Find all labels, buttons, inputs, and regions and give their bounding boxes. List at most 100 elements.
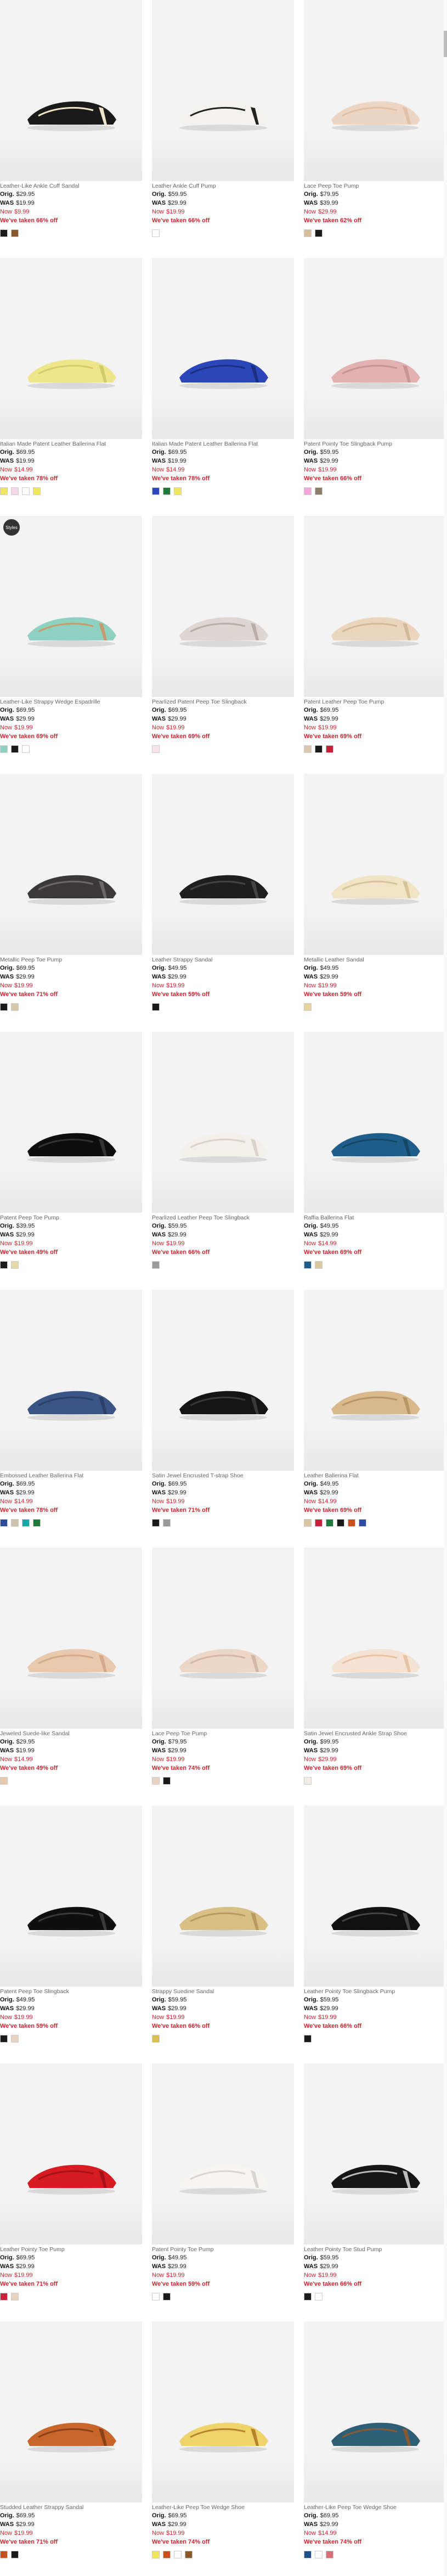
product-card[interactable]: Styles Leather-Like Strappy Wedge Espadri… <box>0 516 142 768</box>
product-card[interactable]: Leather Pointy Toe Stud Pump Orig. $59.95 W… <box>304 2063 446 2316</box>
product-title[interactable]: Leather Ankle Cuff Pump <box>152 183 294 189</box>
product-title[interactable]: Patent Leather Peep Toe Pump <box>304 699 446 705</box>
color-swatch[interactable] <box>163 487 171 495</box>
color-swatch[interactable] <box>304 487 312 495</box>
color-swatch[interactable] <box>0 745 8 753</box>
product-image[interactable] <box>152 0 294 181</box>
product-card[interactable]: Leather Ankle Cuff Pump Orig. $59.95 WAS $29… <box>152 0 294 252</box>
color-swatch[interactable] <box>152 1261 160 1269</box>
color-swatch[interactable] <box>152 487 160 495</box>
color-swatch[interactable] <box>315 1519 322 1527</box>
product-image[interactable]: Styles <box>0 516 142 697</box>
product-image[interactable] <box>152 516 294 697</box>
product-card[interactable]: Strappy Suedine Sandal Orig. $59.95 WAS $29.… <box>152 1806 294 2058</box>
color-swatch[interactable] <box>304 2293 312 2301</box>
product-image[interactable] <box>152 258 294 439</box>
color-swatch[interactable] <box>163 1777 171 1785</box>
color-swatch[interactable] <box>326 1519 333 1527</box>
color-swatch[interactable] <box>359 1519 366 1527</box>
color-swatch[interactable] <box>304 1519 312 1527</box>
color-swatch[interactable] <box>152 1519 160 1527</box>
color-swatch[interactable] <box>152 2551 160 2558</box>
product-title[interactable]: Metallic Peep Toe Pump <box>0 957 142 963</box>
product-image[interactable] <box>304 1806 446 1987</box>
product-title[interactable]: Leather-Like Peep Toe Wedge Shoe <box>152 2504 294 2511</box>
color-swatch[interactable] <box>304 229 312 237</box>
product-card[interactable]: Leather Pointy Toe Slingback Pump Orig. $5… <box>304 1806 446 2058</box>
product-card[interactable]: Pearlized Leather Peep Toe Slingback Orig… <box>152 1032 294 1284</box>
color-swatch[interactable] <box>152 745 160 753</box>
color-swatch[interactable] <box>152 2035 160 2043</box>
color-swatch[interactable] <box>326 2551 333 2558</box>
product-image[interactable] <box>0 1548 142 1729</box>
product-title[interactable]: Leather Ballerina Flat <box>304 1472 446 1479</box>
product-title[interactable]: Embossed Leather Ballerina Flat <box>0 1472 142 1479</box>
product-title[interactable]: Italian Made Patent Leather Ballerina Fl… <box>0 441 142 447</box>
product-title[interactable]: Italian Made Patent Leather Ballerina Fl… <box>152 441 294 447</box>
product-card[interactable]: Satin Jewel Encrusted T-strap Shoe Orig. $… <box>152 1290 294 1542</box>
color-swatch[interactable] <box>0 229 8 237</box>
product-title[interactable]: Patent Peep Toe Slingback <box>0 1988 142 1995</box>
color-swatch[interactable] <box>11 1261 19 1269</box>
product-title[interactable]: Metallic Leather Sandal <box>304 957 446 963</box>
product-image[interactable] <box>304 0 446 181</box>
product-card[interactable]: Patent Pointy Toe Slingback Pump Orig. $59… <box>304 258 446 510</box>
color-swatch[interactable] <box>304 2035 312 2043</box>
product-title[interactable]: Satin Jewel Encrusted Ankle Strap Shoe <box>304 1730 446 1737</box>
product-title[interactable]: Pearlized Leather Peep Toe Slingback <box>152 1214 294 1221</box>
product-image[interactable] <box>152 2321 294 2502</box>
product-title[interactable]: Leather Pointy Toe Pump <box>0 2246 142 2253</box>
color-swatch[interactable] <box>11 1519 19 1527</box>
product-image[interactable] <box>304 2063 446 2245</box>
product-title[interactable]: Leather-Like Ankle Cuff Sandal <box>0 183 142 189</box>
color-swatch[interactable] <box>315 229 322 237</box>
product-card[interactable]: Italian Made Patent Leather Ballerina Fl… <box>152 258 294 510</box>
color-swatch[interactable] <box>185 2551 193 2558</box>
product-image[interactable] <box>0 2063 142 2245</box>
product-image[interactable] <box>0 258 142 439</box>
product-card[interactable]: Jeweled Suede-like Sandal Orig. $29.95 WAS $… <box>0 1548 142 1800</box>
color-swatch[interactable] <box>326 745 333 753</box>
product-image[interactable] <box>0 0 142 181</box>
product-card[interactable]: Satin Jewel Encrusted Ankle Strap Shoe Or… <box>304 1548 446 1800</box>
product-image[interactable] <box>152 2063 294 2245</box>
color-swatch[interactable] <box>315 2293 322 2301</box>
product-title[interactable]: Patent Pointy Toe Pump <box>152 2246 294 2253</box>
product-card[interactable]: Italian Made Patent Leather Ballerina Fl… <box>0 258 142 510</box>
product-card[interactable]: Leather Pointy Toe Pump Orig. $69.95 WAS $29… <box>0 2063 142 2316</box>
product-image[interactable] <box>0 774 142 955</box>
color-swatch[interactable] <box>174 2551 182 2558</box>
color-swatch[interactable] <box>304 745 312 753</box>
color-swatch[interactable] <box>33 1519 41 1527</box>
color-swatch[interactable] <box>152 1003 160 1011</box>
color-swatch[interactable] <box>337 1519 344 1527</box>
color-swatch[interactable] <box>22 1519 30 1527</box>
product-card[interactable]: Leather-Like Ankle Cuff Sandal Orig. $29.9… <box>0 0 142 252</box>
product-title[interactable]: Studded Leather Strappy Sandal <box>0 2504 142 2511</box>
scrollbar-thumb[interactable] <box>444 31 447 57</box>
color-swatch[interactable] <box>11 1003 19 1011</box>
product-card[interactable]: Leather-Like Peep Toe Wedge Shoe Orig. $69… <box>304 2321 446 2574</box>
product-image[interactable] <box>152 774 294 955</box>
product-title[interactable]: Leather Pointy Toe Stud Pump <box>304 2246 446 2253</box>
color-swatch[interactable] <box>304 2551 312 2558</box>
color-swatch[interactable] <box>163 1519 171 1527</box>
product-title[interactable]: Lace Peep Toe Pump <box>152 1730 294 1737</box>
color-swatch[interactable] <box>11 229 19 237</box>
color-swatch[interactable] <box>315 2551 322 2558</box>
color-swatch[interactable] <box>0 2035 8 2043</box>
product-card[interactable]: Patent Pointy Toe Pump Orig. $49.95 WAS $29.… <box>152 2063 294 2316</box>
product-card[interactable]: Leather Strappy Sandal Orig. $49.95 WAS $29.… <box>152 774 294 1026</box>
product-title[interactable]: Leather Pointy Toe Slingback Pump <box>304 1988 446 1995</box>
color-swatch[interactable] <box>315 745 322 753</box>
product-title[interactable]: Patent Pointy Toe Slingback Pump <box>304 441 446 447</box>
product-card[interactable]: Lace Peep Toe Pump Orig. $79.95 WAS $39.99 No… <box>304 0 446 252</box>
color-swatch[interactable] <box>0 487 8 495</box>
product-title[interactable]: Leather-Like Peep Toe Wedge Shoe <box>304 2504 446 2511</box>
color-swatch[interactable] <box>304 1777 312 1785</box>
product-card[interactable]: Embossed Leather Ballerina Flat Orig. $69.… <box>0 1290 142 1542</box>
color-swatch[interactable] <box>152 2293 160 2301</box>
color-swatch[interactable] <box>304 1003 312 1011</box>
product-card[interactable]: Raffia Ballerina Flat Orig. $49.95 WAS $29.9… <box>304 1032 446 1284</box>
product-image[interactable] <box>152 1290 294 1471</box>
